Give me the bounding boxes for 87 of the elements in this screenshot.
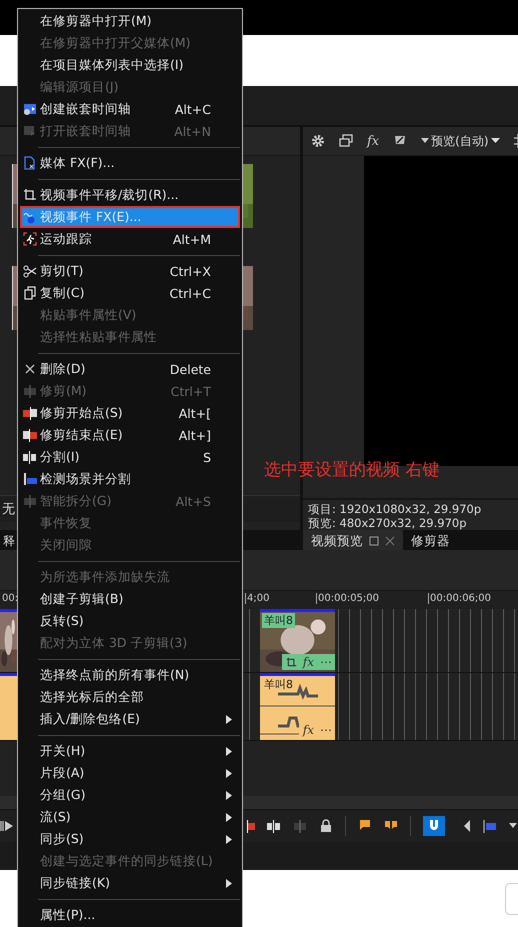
menu-item[interactable]: 分组(G) [20,784,240,806]
menu-item[interactable]: 修剪开始点(S) Alt+[ [20,402,240,424]
menu-item[interactable]: 修剪结束点(E) Alt+] [20,424,240,446]
settings-icon [311,134,325,148]
submenu-arrow-icon [226,812,232,822]
menu-item[interactable]: 复制(C) Ctrl+C [20,282,240,304]
menu-item[interactable]: 选择光标后的全部 [20,686,240,708]
nested-timeline-icon [23,124,37,138]
audio-clip[interactable] [0,673,17,740]
ruler-label: 00:00:06;00 [428,593,492,604]
trim-icon [23,494,37,508]
caret-icon [509,823,517,829]
split-icon [267,819,281,833]
menu-item[interactable]: 反转(S) [20,610,240,632]
motion-tracking-icon [23,232,37,246]
event-button[interactable]: fx [302,655,314,669]
event-button[interactable]: ⋯ [320,723,332,737]
preview-quality-dropdown[interactable]: 预览(自动) [421,132,500,150]
marker-icon [358,819,372,833]
menu-item[interactable]: 检测场景并分割 [20,468,240,490]
video-clip[interactable] [0,609,17,672]
submenu-arrow-icon [226,790,232,800]
document-fx-icon [23,156,37,170]
trim-end-icon [23,428,37,442]
menu-item[interactable]: 插入/删除包络(E) [20,708,240,730]
menu-item[interactable]: 创建子剪辑(B) [20,588,240,610]
caret-icon [490,138,500,144]
close-icon [23,362,37,376]
menu-item[interactable]: 开关(H) [20,740,240,762]
ruler-label: 00:00:05;00 [316,593,380,604]
video-event[interactable]: 羊叫8 fx ⋯ [260,609,335,672]
annotation-text: 选中要设置的视频 右键 [264,459,440,481]
fx-button[interactable]: fx [367,134,380,148]
menu-item[interactable]: 流(S) [20,806,240,828]
windows-icon [339,134,353,148]
event-label: 羊叫8 [262,613,295,628]
event-button[interactable]: fx [302,723,314,737]
menu-item[interactable]: 片段(A) [20,762,240,784]
crop-icon [23,188,37,202]
window-icon [369,536,379,546]
menu-item[interactable]: 在项目媒体列表中选择(I) [20,54,240,76]
menu-item[interactable]: 剪切(T) Ctrl+X [20,260,240,282]
lock-icon [319,819,333,833]
scene-split-icon [23,472,37,486]
ruler-label: 00: [1,593,18,604]
menu-item[interactable]: 媒体 FX(F)... [20,152,240,174]
submenu-arrow-icon [226,714,232,724]
wave-dot-icon [23,210,37,224]
project-info-text: 项目: 1920x1080x32, 29.970p [308,502,482,516]
submenu-arrow-icon [226,834,232,844]
submenu-arrow-icon [226,746,232,756]
event-button[interactable]: ⋯ [320,655,332,669]
panel-tab[interactable]: 视频预览 [303,530,403,552]
trim-start-icon [23,406,37,420]
menu-item[interactable]: 选择终点前的所有事件(N) [20,664,240,686]
close-icon [385,536,395,546]
audio-event[interactable]: 羊叫8 fx ⋯ [260,673,335,740]
menu-item[interactable]: 创建嵌套时间轴 Alt+C [20,98,240,120]
event-label: 羊叫8 [263,677,294,692]
trim-end-icon [247,819,255,833]
ruler-label: 4;00 [245,593,270,604]
project-info-text: 预览: 480x270x32, 29.970p [308,516,468,530]
status-text: 无 [1,501,15,518]
menu-item[interactable]: 属性(P)... [20,904,240,926]
trim-icon [293,819,307,833]
caret-icon [421,138,430,144]
menu-item[interactable]: 视频事件平移/裁切(R)... [20,184,240,206]
scissors-icon [23,264,37,278]
menu-item[interactable]: 同步链接(K) [20,872,240,894]
snap-button[interactable] [423,816,445,836]
crop-icon [286,656,297,668]
panel-tab[interactable]: 修剪器 [403,530,458,552]
menu-item[interactable]: 分割(I) S [20,446,240,468]
menu-item[interactable]: 删除(D) Delete [20,358,240,380]
card-edge [505,883,518,915]
panel-tab[interactable]: 释 [3,532,15,550]
ripple-icon [483,819,497,833]
submenu-arrow-icon [226,768,232,778]
split-icon [23,450,37,464]
menu-item[interactable]: 运动跟踪 Alt+M [20,228,240,250]
play-icon [0,819,14,833]
nested-timeline-icon [23,102,37,116]
copy-icon [23,286,37,300]
magnet-icon [427,819,441,833]
submenu-arrow-icon [226,878,232,888]
trim-icon [23,384,37,398]
menu-item[interactable]: 同步(S) [20,828,240,850]
